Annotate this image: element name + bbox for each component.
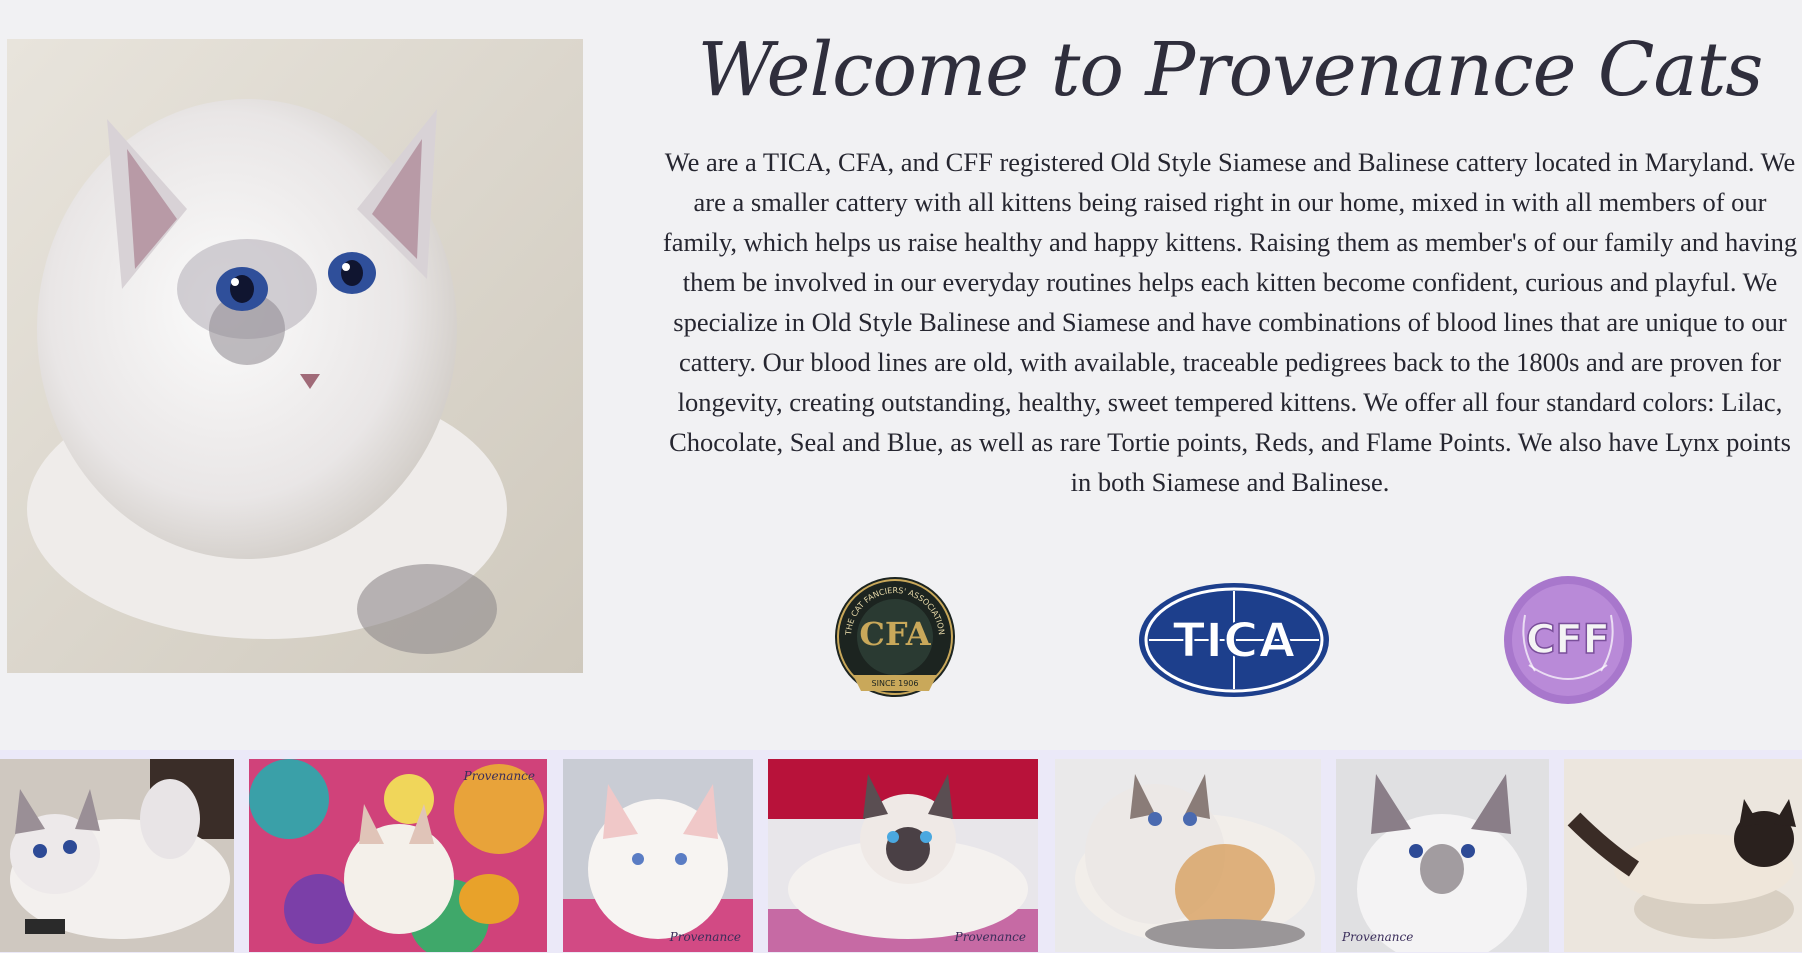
cfa-logo-text: CFA <box>859 615 931 653</box>
cfa-since-text: SINCE 1906 <box>872 679 919 688</box>
hero-kitten-photo <box>7 39 583 673</box>
gallery-photo-7[interactable] <box>1564 759 1802 952</box>
gallery-photo-5[interactable] <box>1055 759 1321 952</box>
gallery-photo-1[interactable] <box>0 759 234 952</box>
cff-logo[interactable]: CFF <box>1501 575 1635 705</box>
gallery-watermark: Provenance <box>954 930 1026 944</box>
intro-section: Welcome to Provenance Cats We are a TICA… <box>660 20 1800 704</box>
gallery-photo-2[interactable]: Provenance <box>249 759 547 952</box>
registry-logos: THE CAT FANCIERS' ASSOCIATION CFA SINCE … <box>660 575 1800 705</box>
cfa-logo[interactable]: THE CAT FANCIERS' ASSOCIATION CFA SINCE … <box>833 575 957 699</box>
intro-description: We are a TICA, CFA, and CFF registered O… <box>662 147 1798 497</box>
gallery-watermark: Provenance <box>463 769 535 783</box>
gallery-photo-4[interactable]: Provenance <box>768 759 1038 952</box>
gallery-photo-6[interactable]: Provenance <box>1336 759 1549 952</box>
gallery-photo-3[interactable]: Provenance <box>563 759 753 952</box>
kitten-gallery: Provenance Provenance Provenance Provena… <box>0 750 1802 953</box>
page-title: Welcome to Provenance Cats <box>697 27 1764 113</box>
tica-logo[interactable]: TICA <box>1137 581 1331 699</box>
cff-logo-text: CFF <box>1526 617 1610 663</box>
gallery-watermark: Provenance <box>669 930 741 944</box>
gallery-watermark: Provenance <box>1342 930 1414 944</box>
tica-logo-text: TICA <box>1173 613 1296 669</box>
